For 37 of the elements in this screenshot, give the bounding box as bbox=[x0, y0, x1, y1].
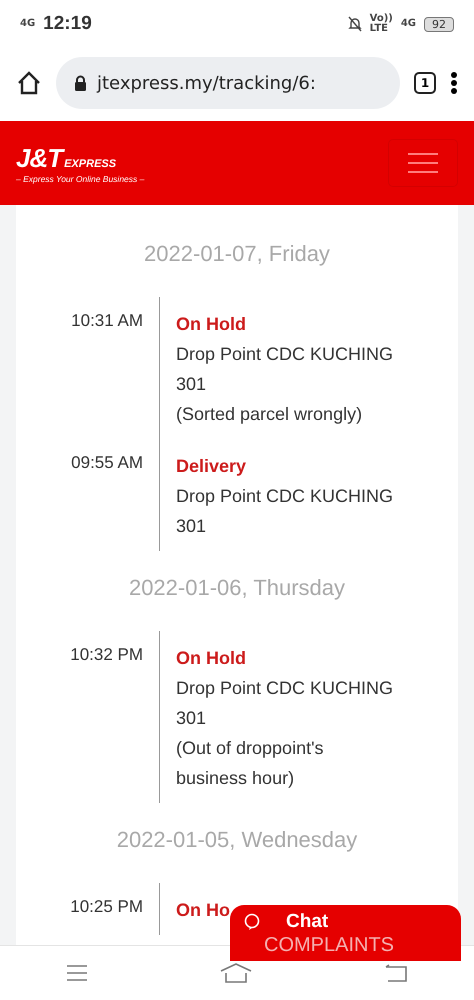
chat-button[interactable]: Chat COMPLAINTS bbox=[230, 905, 461, 961]
event-status: On Hold bbox=[176, 647, 246, 670]
date-heading: 2022-01-05, Wednesday bbox=[116, 827, 358, 853]
bell-off-icon bbox=[348, 16, 362, 32]
home-icon[interactable] bbox=[16, 70, 42, 96]
volte-label: Vo)) LTE bbox=[370, 14, 393, 34]
event-status: Delivery bbox=[176, 455, 246, 478]
lock-icon bbox=[74, 75, 87, 91]
event-status: On Hold bbox=[176, 313, 246, 336]
clock: 12:19 bbox=[43, 13, 92, 35]
event-location: Drop Point CDC KUCHING 301 bbox=[176, 343, 394, 396]
event-location: Drop Point CDC KUCHING 301 bbox=[176, 677, 394, 730]
url-text: jtexpress.my/tracking/6: bbox=[97, 72, 316, 94]
tagline: – Express Your Online Business – bbox=[16, 174, 144, 184]
chat-label: Chat bbox=[286, 911, 328, 933]
event-time: 10:25 PM bbox=[69, 896, 144, 918]
date-heading: 2022-01-07, Friday bbox=[143, 241, 331, 267]
complaints-label: COMPLAINTS bbox=[264, 934, 394, 956]
tab-count[interactable]: 1 bbox=[414, 72, 436, 94]
event-note: (Out of droppoint's business hour) bbox=[176, 737, 325, 790]
event-time: 09:55 AM bbox=[70, 452, 144, 474]
event-status: On Ho bbox=[176, 899, 230, 922]
date-heading: 2022-01-06, Thursday bbox=[128, 575, 346, 601]
menu-icon[interactable] bbox=[66, 965, 88, 981]
more-icon[interactable] bbox=[450, 71, 458, 95]
event-note: (Sorted parcel wrongly) bbox=[176, 403, 364, 426]
network-label: 4G bbox=[400, 19, 416, 29]
network-label: 4G bbox=[20, 19, 36, 29]
event-time: 10:31 AM bbox=[70, 310, 144, 332]
address-bar[interactable]: jtexpress.my/tracking/6: bbox=[56, 57, 400, 109]
logo: J&T bbox=[16, 142, 62, 172]
back-icon[interactable] bbox=[384, 964, 408, 982]
event-time: 10:32 PM bbox=[69, 644, 144, 666]
event-location: Drop Point CDC KUCHING 301 bbox=[176, 485, 394, 538]
logo-suffix: EXPRESS bbox=[64, 158, 116, 170]
battery-level: 92 bbox=[424, 16, 454, 32]
menu-button[interactable] bbox=[388, 139, 458, 187]
